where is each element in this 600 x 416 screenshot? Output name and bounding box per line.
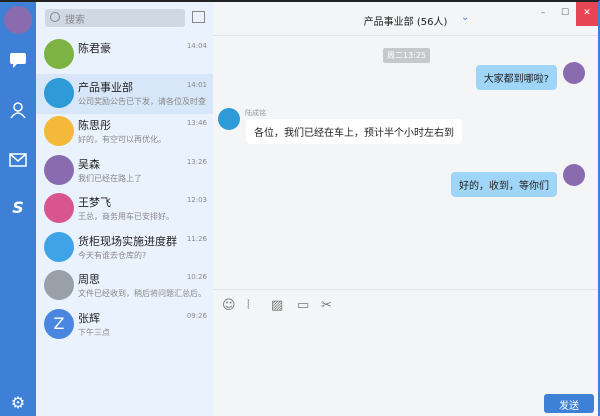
avatar xyxy=(44,39,74,69)
avatar xyxy=(218,108,240,130)
message-timestamp: 周二13:25 xyxy=(383,48,431,63)
conversation-name: 王梦飞 xyxy=(78,196,111,209)
conversation-time: 10:26 xyxy=(186,273,207,281)
audio-icon[interactable]: ⦚ xyxy=(247,298,250,313)
chat-icon[interactable] xyxy=(8,50,28,70)
scissors-icon[interactable]: ✂ xyxy=(321,298,332,313)
conversation-preview: 好的，有空可以再优化。 xyxy=(78,135,166,144)
message-bubble: 好的，收到，等你们 xyxy=(451,172,557,197)
contacts-icon[interactable] xyxy=(8,100,28,120)
nav-sidebar: S ⚙ xyxy=(0,0,36,416)
message-bubble: 各位，我们已经在车上，预计半个小时左右到 xyxy=(246,119,462,144)
avatar xyxy=(563,164,585,186)
conversation-item[interactable]: 王梦飞 王总，商务用车已安排好。 12:03 xyxy=(36,189,213,229)
emoji-icon[interactable]: ☺ xyxy=(222,298,236,313)
conversation-item[interactable]: 周思 文件已经收到，稍后将问题汇总后。 10:26 xyxy=(36,266,213,306)
avatar xyxy=(44,116,74,146)
conversation-preview: 下午三点 xyxy=(78,327,110,337)
image-icon[interactable]: ▨ xyxy=(271,298,283,313)
send-button[interactable]: 发送 xyxy=(544,394,594,413)
conversation-time: 12:03 xyxy=(186,196,207,204)
conversation-preview: 我们已经在路上了 xyxy=(78,173,142,183)
conversation-name: 陈思彤 xyxy=(78,119,111,132)
message-bubble: 大家都到哪啦? xyxy=(475,65,557,90)
conversation-name: 产品事业部 xyxy=(78,80,133,94)
conversation-name: 陈君豪 xyxy=(78,42,111,55)
conversation-preview: 公司奖励公告已下发，请各位及时查 xyxy=(78,96,206,106)
input-toolbar: ☺ ⦚ ▨ ▭ ✂ xyxy=(213,289,598,319)
settings-gear-icon[interactable]: ⚙ xyxy=(8,392,28,412)
conversation-time: 14:01 xyxy=(186,80,207,89)
avatar xyxy=(44,77,74,108)
folder-icon[interactable]: ▭ xyxy=(297,298,309,313)
conversation-name: 吴森 xyxy=(78,157,100,171)
conversation-item[interactable]: 货柜现场实施进度群 今天有谁去仓库的? 11:26 xyxy=(36,228,213,268)
close-button[interactable]: ✕ xyxy=(576,2,598,26)
conversation-time: 13:46 xyxy=(186,119,207,127)
conversation-list: 搜索 陈君豪 14:04 产品事业部 公司奖励公告已下发，请各位及时查 14:0… xyxy=(36,0,213,416)
conversation-item[interactable]: 陈思彤 好的，有空可以再优化。 13:46 xyxy=(36,112,213,152)
avatar xyxy=(44,231,74,262)
search-input[interactable]: 搜索 xyxy=(45,9,185,27)
conversation-item[interactable]: 吴森 我们已经在路上了 13:26 xyxy=(36,151,213,191)
avatar xyxy=(563,62,585,84)
conversation-time: 09:26 xyxy=(186,311,207,320)
avatar xyxy=(44,154,74,185)
chat-panel: 产品事业部 (56人) ⌄ – ☐ ✕ 周二13:25 大家都到哪啦? 陆成铭 各… xyxy=(213,0,600,416)
conversation-preview: 王总，商务用车已安排好。 xyxy=(78,212,174,221)
conversation-time: 14:04 xyxy=(186,42,207,50)
add-chat-button[interactable] xyxy=(192,11,205,23)
conversation-time: 11:26 xyxy=(186,234,207,243)
conversation-item[interactable]: 陈君豪 14:04 xyxy=(36,35,213,75)
conversation-time: 13:26 xyxy=(186,157,207,166)
avatar: Z xyxy=(44,308,74,339)
avatar xyxy=(44,193,74,223)
search-icon xyxy=(50,12,60,22)
maximize-button[interactable]: ☐ xyxy=(554,2,576,26)
avatar xyxy=(44,270,74,300)
sender-name: 陆成铭 xyxy=(245,109,266,117)
minimize-button[interactable]: – xyxy=(532,2,554,26)
conversation-name: 周思 xyxy=(78,273,100,286)
conversation-name: 张辉 xyxy=(78,311,100,325)
mail-icon[interactable] xyxy=(8,150,28,170)
chevron-down-icon[interactable]: ⌄ xyxy=(461,12,469,23)
conversation-name: 货柜现场实施进度群 xyxy=(78,234,177,248)
conversation-preview: 今天有谁去仓库的? xyxy=(78,250,147,260)
conversation-item[interactable]: Z 张辉 下午三点 09:26 xyxy=(36,305,213,345)
apps-icon[interactable]: S xyxy=(8,197,28,217)
conversation-preview: 文件已经收到，稍后将问题汇总后。 xyxy=(78,289,206,298)
conversation-item[interactable]: 产品事业部 公司奖励公告已下发，请各位及时查 14:01 xyxy=(36,73,213,114)
my-avatar[interactable] xyxy=(4,6,32,34)
chat-title: 产品事业部 (56人) xyxy=(363,17,448,28)
